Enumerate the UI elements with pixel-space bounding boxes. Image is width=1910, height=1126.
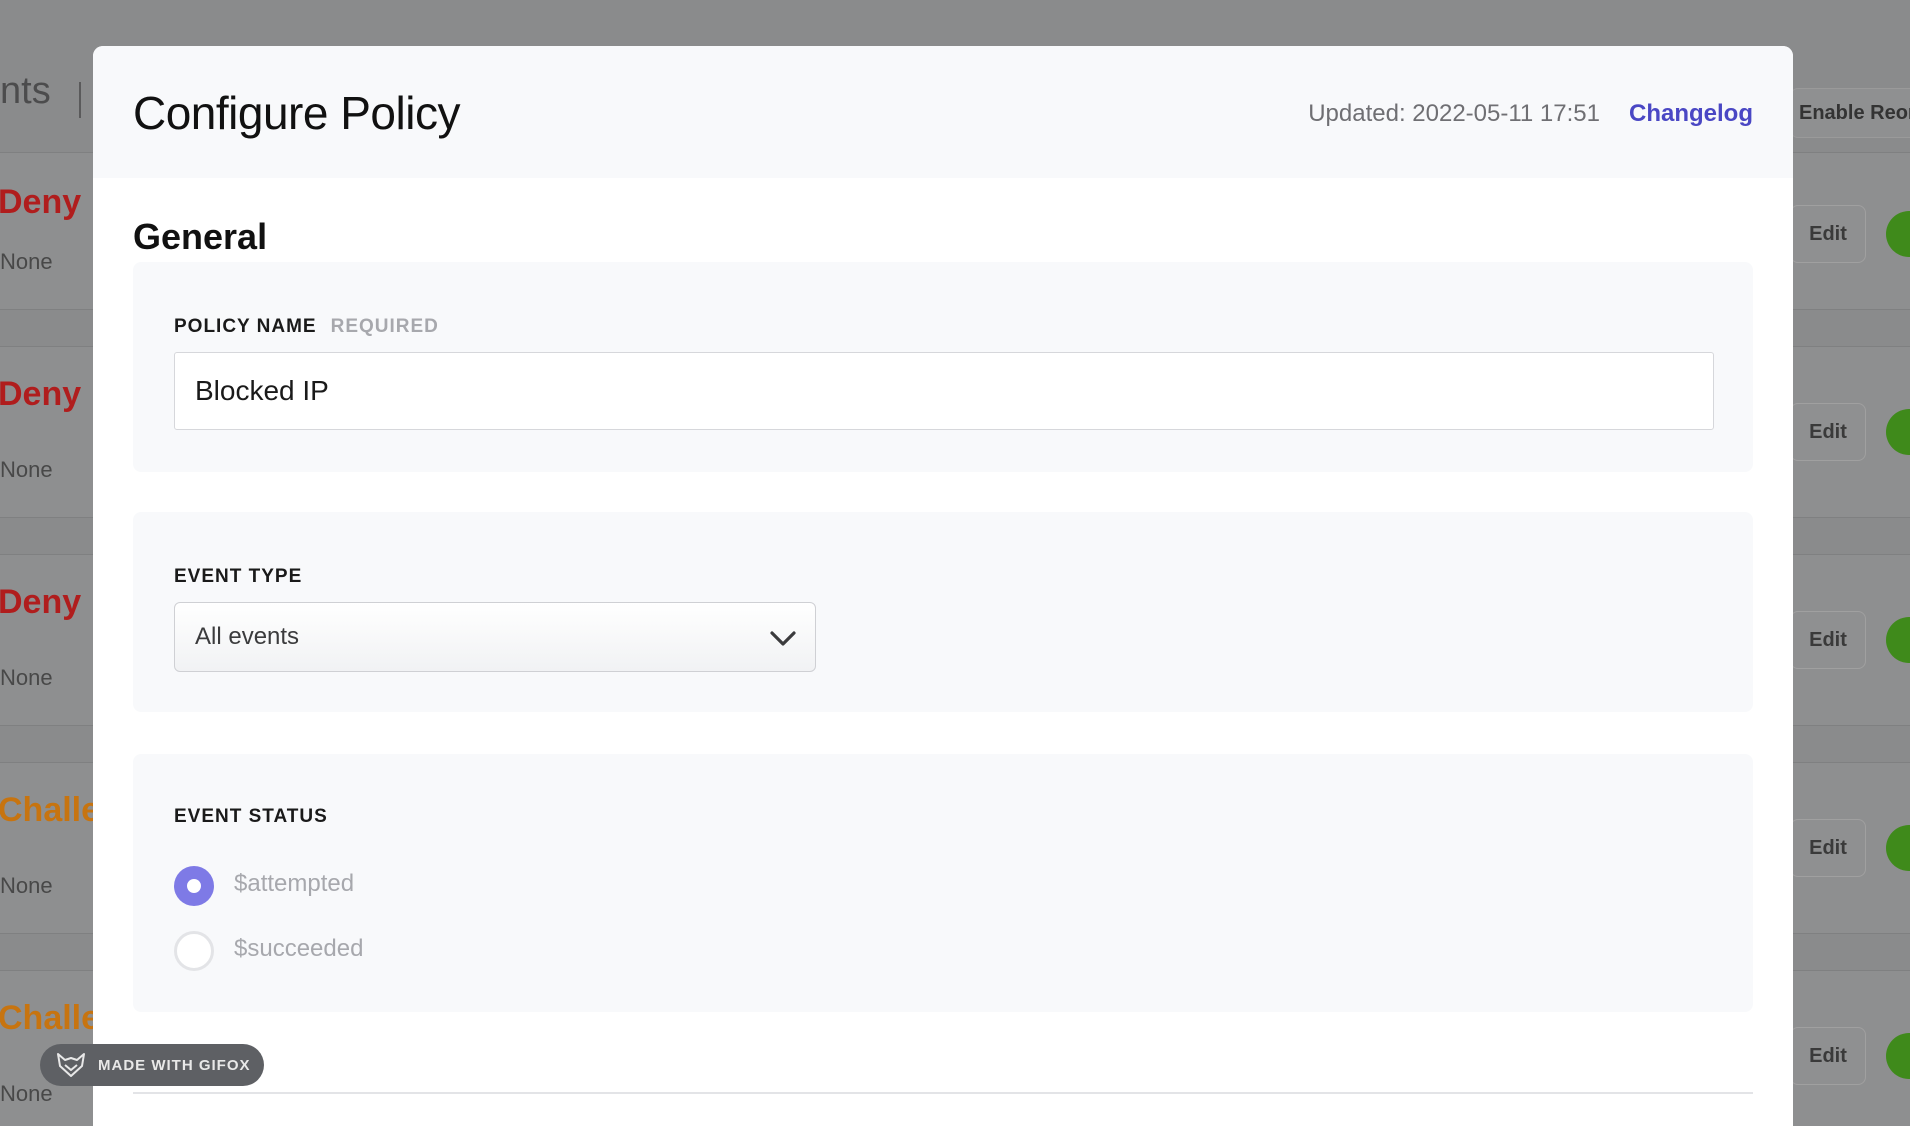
rule-action: Deny: [0, 583, 82, 621]
rule-subtitle: None: [0, 249, 53, 274]
edit-button[interactable]: Edit: [1790, 611, 1866, 669]
rule-toggle[interactable]: [1886, 211, 1910, 257]
rule-toggle[interactable]: [1886, 617, 1910, 663]
edit-button[interactable]: Edit: [1790, 1027, 1866, 1085]
event-status-card: EVENT STATUS $attempted $succeeded: [133, 754, 1753, 1012]
edit-button[interactable]: Edit: [1790, 819, 1866, 877]
rule-toggle[interactable]: [1886, 825, 1910, 871]
event-type-card: EVENT TYPE All events: [133, 512, 1753, 712]
divider: [133, 1092, 1753, 1094]
configure-policy-modal: Configure Policy Updated: 2022-05-11 17:…: [93, 46, 1793, 1126]
rule-subtitle: None: [0, 457, 53, 482]
chevron-down-icon: [770, 631, 796, 646]
rule-action: Deny: [0, 375, 82, 413]
policy-name-input[interactable]: [174, 352, 1714, 430]
event-type-select[interactable]: All events: [174, 602, 816, 672]
status-option-label: $attempted: [234, 870, 355, 897]
modal-header: Configure Policy Updated: 2022-05-11 17:…: [93, 46, 1793, 178]
background-page-title: nts: [0, 70, 51, 112]
rule-subtitle: None: [0, 1081, 53, 1106]
status-option-label: $succeeded: [234, 935, 364, 962]
background-separator: [79, 82, 81, 118]
changelog-link[interactable]: Changelog: [1629, 100, 1753, 128]
event-type-label: EVENT TYPE: [174, 566, 303, 587]
modal-title: Configure Policy: [133, 87, 460, 139]
policy-name-card: POLICY NAME REQUIRED: [133, 262, 1753, 472]
rule-subtitle: None: [0, 665, 53, 690]
rule-toggle[interactable]: [1886, 1033, 1910, 1079]
policy-name-label-text: POLICY NAME: [174, 316, 317, 337]
edit-button[interactable]: Edit: [1790, 403, 1866, 461]
radio-unchecked-icon[interactable]: [174, 931, 214, 971]
policy-name-label: POLICY NAME REQUIRED: [174, 316, 439, 338]
rule-subtitle: None: [0, 873, 53, 898]
watermark-text: MADE WITH GIFOX: [98, 1057, 251, 1074]
required-tag: REQUIRED: [330, 316, 439, 337]
updated-timestamp: Updated: 2022-05-11 17:51: [1308, 100, 1600, 127]
rule-toggle[interactable]: [1886, 409, 1910, 455]
gifox-watermark: MADE WITH GIFOX: [40, 1044, 264, 1086]
enable-reorder-button[interactable]: Enable Reorder: [1790, 88, 1910, 138]
event-status-label: EVENT STATUS: [174, 806, 328, 827]
radio-checked-icon[interactable]: [174, 866, 214, 906]
event-type-selected-value: All events: [195, 623, 300, 650]
section-title-general: General: [133, 216, 268, 257]
edit-button[interactable]: Edit: [1790, 205, 1866, 263]
rule-action: Deny: [0, 183, 82, 221]
fox-logo-icon: [57, 1053, 85, 1077]
